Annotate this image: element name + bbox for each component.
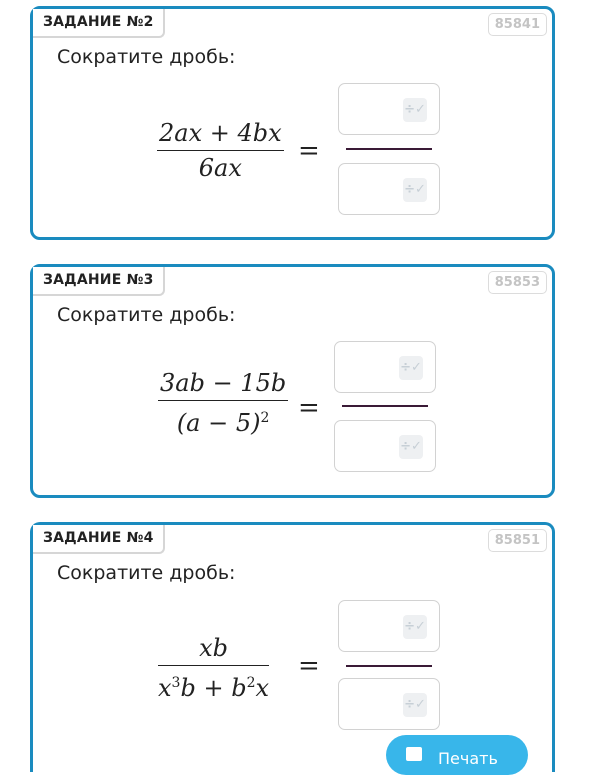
fraction: 3ab − 15b (a − 5)2	[158, 368, 289, 438]
task-id-badge[interactable]: 85853	[487, 271, 547, 294]
answer-denominator-input[interactable]: ÷✓	[338, 163, 440, 215]
math-input-icon[interactable]: ÷✓	[403, 98, 427, 122]
fraction-numerator: 3ab − 15b	[160, 369, 287, 397]
task-label: ЗАДАНИЕ №4	[33, 525, 165, 554]
task-prompt: Сократите дробь:	[57, 562, 236, 584]
math-input-icon[interactable]: ÷✓	[403, 693, 427, 717]
math-input-icon[interactable]: ÷✓	[399, 435, 423, 459]
task-label: ЗАДАНИЕ №2	[33, 9, 165, 38]
task-label: ЗАДАНИЕ №3	[33, 267, 165, 296]
equals-sign: =	[298, 136, 320, 166]
task-card-2: ЗАДАНИЕ №2 85841 Сократите дробь: 2ax + …	[30, 6, 555, 240]
answer-denominator-input[interactable]: ÷✓	[338, 678, 440, 730]
fraction-denominator: (a − 5)	[176, 409, 261, 437]
fraction-numerator: 2ax + 4bx	[159, 119, 282, 147]
fraction-denominator: 6ax	[198, 154, 242, 182]
task-id-badge[interactable]: 85841	[487, 13, 547, 36]
answer-numerator-input[interactable]: ÷✓	[334, 341, 436, 393]
task-card-3: ЗАДАНИЕ №3 85853 Сократите дробь: 3ab − …	[30, 264, 555, 498]
math-input-icon[interactable]: ÷✓	[403, 178, 427, 202]
math-input-icon[interactable]: ÷✓	[403, 615, 427, 639]
print-button[interactable]: Печать	[386, 735, 528, 775]
answer-numerator-input[interactable]: ÷✓	[338, 83, 440, 135]
math-input-icon[interactable]: ÷✓	[399, 356, 423, 380]
answer-fraction-line	[346, 148, 432, 150]
fraction: xb x3b + b2x	[158, 633, 270, 703]
fraction-numerator: xb	[199, 634, 228, 662]
answer-fraction-line	[342, 405, 428, 407]
equals-sign: =	[298, 651, 320, 681]
answer-numerator-input[interactable]: ÷✓	[338, 600, 440, 652]
answer-fraction-line	[346, 665, 432, 667]
equals-sign: =	[298, 393, 320, 423]
task-id-badge[interactable]: 85851	[487, 529, 547, 552]
answer-denominator-input[interactable]: ÷✓	[334, 420, 436, 472]
task-prompt: Сократите дробь:	[57, 46, 236, 68]
fraction: 2ax + 4bx 6ax	[157, 118, 284, 183]
printer-icon	[406, 747, 422, 761]
fraction-denominator-exponent: 2	[260, 410, 270, 426]
task-prompt: Сократите дробь:	[57, 304, 236, 326]
fraction-denominator: x3b + b2x	[158, 674, 270, 702]
print-label: Печать	[438, 749, 498, 768]
